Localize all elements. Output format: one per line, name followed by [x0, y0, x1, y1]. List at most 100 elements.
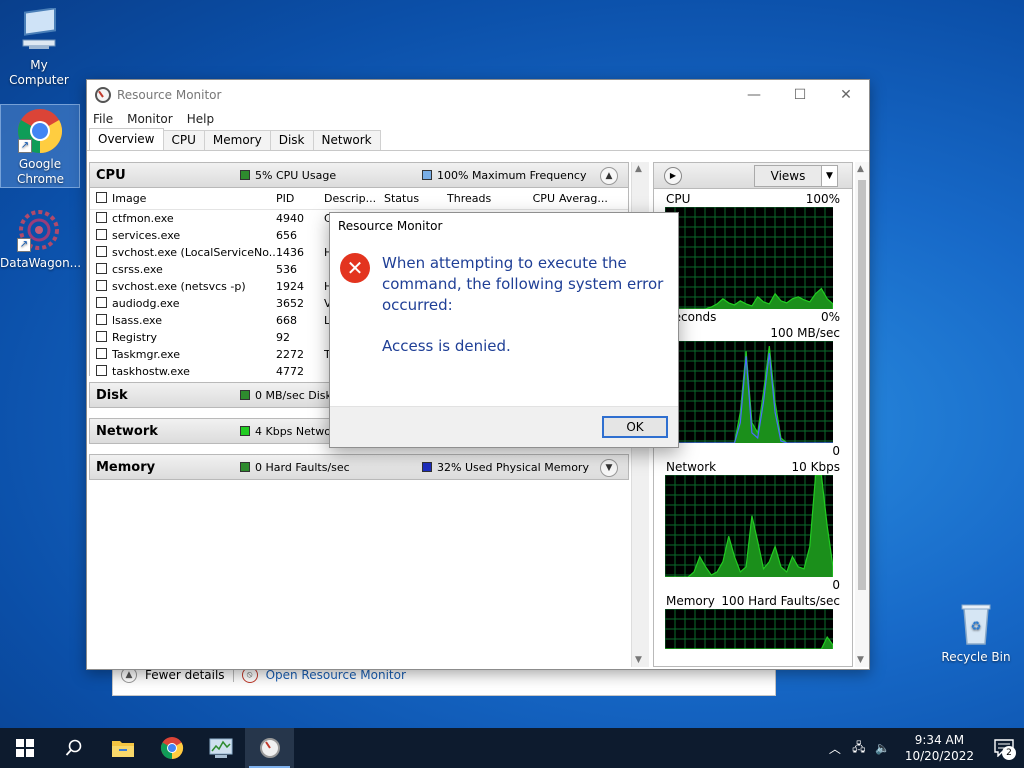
show-hidden-icons-chevron-icon[interactable]: ︿: [823, 740, 847, 757]
network-swatch: [240, 426, 250, 436]
process-image: lsass.exe: [112, 314, 162, 327]
fewer-details-link[interactable]: Fewer details: [145, 668, 225, 682]
dialog-title[interactable]: Resource Monitor: [330, 213, 678, 239]
column-status[interactable]: Status: [384, 192, 447, 205]
row-checkbox[interactable]: [96, 211, 107, 223]
column-threads[interactable]: Threads: [447, 192, 505, 205]
process-image: ctfmon.exe: [112, 212, 174, 225]
datawagon-icon: ↗: [15, 206, 63, 254]
file-explorer-button[interactable]: [98, 728, 147, 768]
row-checkbox[interactable]: [96, 228, 107, 240]
minimize-button[interactable]: —: [731, 80, 777, 109]
ok-button[interactable]: OK: [602, 416, 668, 438]
process-image: Taskmgr.exe: [112, 348, 180, 361]
row-checkbox[interactable]: [96, 364, 107, 376]
task-manager-taskbar-button[interactable]: [196, 728, 245, 768]
column-pid[interactable]: PID: [276, 192, 324, 205]
select-all-checkbox[interactable]: [96, 191, 107, 203]
clock-date: 10/20/2022: [904, 749, 974, 763]
disk-graph: [665, 341, 833, 443]
dropdown-arrow-icon: ▼: [821, 166, 837, 186]
scroll-down-arrow-icon[interactable]: ▼: [635, 655, 642, 665]
action-center-button[interactable]: 2: [984, 728, 1024, 768]
error-dialog: Resource Monitor ✕ When attempting to ex…: [329, 212, 679, 448]
graph-footer-right: 0: [832, 578, 840, 592]
task-manager-icon: [209, 738, 232, 758]
process-image: services.exe: [112, 229, 181, 242]
row-checkbox[interactable]: [96, 262, 107, 274]
section-title: Disk: [96, 387, 128, 403]
volume-icon[interactable]: 🔈: [871, 741, 895, 755]
desktop-icon-datawagon[interactable]: ↗ DataWagon...: [0, 206, 81, 271]
resource-monitor-icon: [259, 738, 280, 758]
cpu-section-header[interactable]: CPU 5% CPU Usage 100% Maximum Frequency …: [89, 162, 629, 188]
tab-overview[interactable]: Overview: [89, 128, 164, 150]
error-icon: ✕: [340, 253, 370, 283]
desktop-icon-my-computer[interactable]: My Computer: [0, 7, 78, 88]
row-checkbox[interactable]: [96, 296, 107, 308]
row-checkbox[interactable]: [96, 279, 107, 291]
process-pid: 1924: [276, 280, 304, 293]
cpu-usage-stat: 5% CPU Usage: [255, 168, 337, 182]
desktop-icon-google-chrome[interactable]: ↗ Google Chrome: [0, 104, 80, 188]
memory-section-header[interactable]: Memory 0 Hard Faults/sec 32% Used Physic…: [89, 454, 629, 480]
menu-file[interactable]: File: [93, 112, 113, 126]
expand-pane-icon[interactable]: ▶: [664, 166, 682, 185]
graph-footer-right: 0%: [820, 310, 840, 324]
column-image[interactable]: Image: [112, 192, 276, 205]
views-label: Views: [770, 169, 806, 183]
graph-title: Memory: [666, 594, 715, 608]
scroll-up-arrow-icon[interactable]: ▲: [857, 164, 864, 174]
tab-disk[interactable]: Disk: [269, 130, 314, 150]
chrome-icon: ↗: [16, 107, 64, 155]
tab-network[interactable]: Network: [312, 130, 381, 150]
chevron-down-icon[interactable]: ▼: [600, 459, 618, 477]
window-title: Resource Monitor: [117, 87, 222, 102]
process-image: svchost.exe (LocalServiceNo...: [112, 246, 276, 259]
row-checkbox[interactable]: [96, 245, 107, 257]
search-button[interactable]: [49, 728, 98, 768]
column-average[interactable]: Averag...: [559, 192, 611, 205]
physical-memory-stat: 32% Used Physical Memory: [437, 460, 589, 474]
process-pid: 2272: [276, 348, 304, 361]
network-stat: 4 Kbps Netwo: [255, 424, 331, 438]
tab-cpu[interactable]: CPU: [162, 130, 205, 150]
section-title: Network: [96, 423, 158, 439]
close-button[interactable]: ✕: [823, 80, 869, 109]
row-checkbox[interactable]: [96, 347, 107, 359]
row-checkbox[interactable]: [96, 330, 107, 342]
clock[interactable]: 9:34 AM 10/20/2022: [895, 732, 984, 764]
process-pid: 4940: [276, 212, 304, 225]
menu-monitor[interactable]: Monitor: [127, 112, 173, 126]
menu-help[interactable]: Help: [187, 112, 214, 126]
column-cpu[interactable]: CPU: [505, 192, 559, 205]
shortcut-arrow-icon: ↗: [17, 238, 31, 252]
views-dropdown[interactable]: Views ▼: [754, 165, 838, 187]
network-icon[interactable]: 🖧: [847, 738, 871, 759]
graph-max: 100 MB/sec: [770, 326, 840, 340]
search-icon: [65, 739, 81, 756]
column-description[interactable]: Descrip...: [324, 192, 384, 205]
section-title: CPU: [96, 167, 126, 183]
row-checkbox[interactable]: [96, 313, 107, 325]
start-button[interactable]: [0, 728, 49, 768]
desktop-icon-recycle-bin[interactable]: ♻ Recycle Bin: [936, 600, 1016, 665]
chevron-up-icon[interactable]: ▲: [600, 167, 618, 185]
chrome-taskbar-button[interactable]: [147, 728, 196, 768]
scroll-up-arrow-icon[interactable]: ▲: [635, 164, 642, 174]
resource-monitor-taskbar-button[interactable]: [245, 728, 294, 768]
title-bar[interactable]: Resource Monitor — ☐ ✕: [87, 80, 869, 109]
process-image: svchost.exe (netsvcs -p): [112, 280, 246, 293]
scroll-down-arrow-icon[interactable]: ▼: [857, 655, 864, 665]
scrollbar-thumb[interactable]: [858, 180, 866, 590]
table-header: Image PID Descrip... Status Threads CPU …: [90, 188, 628, 210]
open-resource-monitor-link[interactable]: Open Resource Monitor: [266, 668, 406, 682]
maximize-button[interactable]: ☐: [777, 80, 823, 109]
svg-text:♻: ♻: [971, 619, 982, 633]
network-graph: [665, 475, 833, 577]
max-frequency-swatch: [422, 170, 432, 180]
tab-memory[interactable]: Memory: [203, 130, 271, 150]
graph-max: 10 Kbps: [791, 460, 840, 474]
disk-stat: 0 MB/sec Disk: [255, 388, 332, 402]
right-pane-scrollbar[interactable]: ▲ ▼: [855, 162, 869, 667]
